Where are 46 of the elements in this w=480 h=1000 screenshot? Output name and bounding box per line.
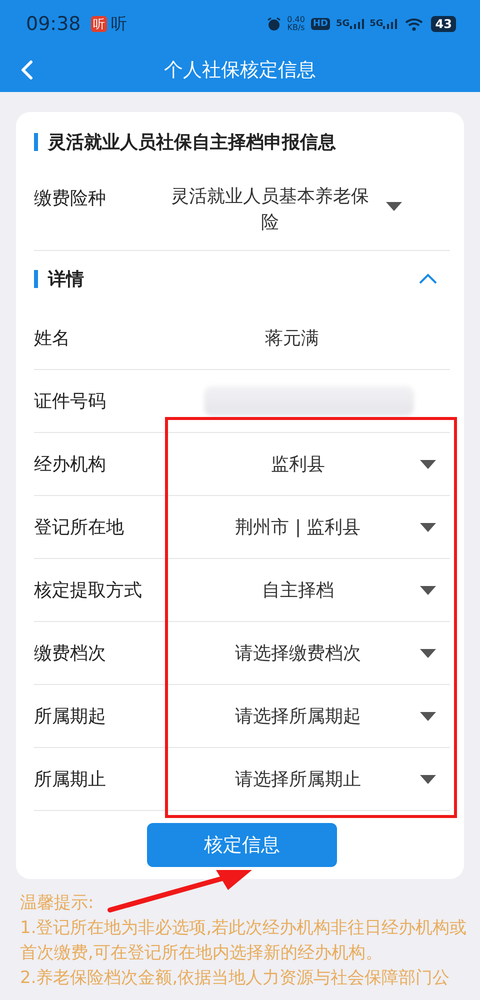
field-label: 经办机构 — [34, 453, 107, 476]
dropdown-triangle-icon — [420, 774, 436, 784]
chevron-up-icon — [418, 273, 438, 285]
network-speed: 0.40 — [287, 16, 305, 24]
dropdown-triangle-icon — [420, 712, 436, 720]
alarm-icon — [267, 17, 282, 31]
dropdown-field[interactable]: 请选择所属期起 — [164, 704, 450, 728]
speed-unit: KB/s — [287, 24, 305, 32]
dropdown-triangle-icon — [420, 460, 436, 468]
field-label: 姓名 — [34, 327, 71, 350]
dropdown-triangle-icon — [386, 202, 402, 211]
dropdown-field[interactable]: 荆州市 | 监利县 — [164, 515, 450, 539]
field-label: 所属期起 — [34, 705, 107, 728]
network-label: 5G — [336, 19, 350, 29]
dropdown-value[interactable]: 灵活就业人员基本养老保险 — [164, 184, 376, 236]
field-label: 登记所在地 — [34, 516, 125, 539]
tips-title: 温馨提示: — [20, 892, 95, 915]
back-icon — [20, 60, 34, 80]
field-label: 缴费险种 — [34, 187, 107, 210]
field-label: 所属期止 — [34, 768, 107, 791]
app-label: 听 — [110, 14, 127, 34]
dropdown-triangle-icon — [420, 648, 436, 658]
dropdown-field[interactable]: 请选择所属期止 — [164, 767, 450, 791]
section-title: 详情 — [48, 268, 84, 291]
page-title: 个人社保核定信息 — [164, 58, 316, 83]
dropdown-field[interactable]: 请选择缴费档次 — [164, 641, 450, 665]
submit-button[interactable]: 核定信息 — [147, 823, 337, 867]
battery-level: 43 — [431, 16, 456, 32]
field-value: 蒋元满 — [264, 327, 320, 350]
wifi-icon — [405, 18, 424, 30]
field-label: 缴费档次 — [34, 642, 107, 665]
dropdown-field[interactable]: 监利县 — [164, 452, 450, 476]
field-label: 证件号码 — [34, 390, 107, 413]
hd-badge: HD — [310, 18, 330, 30]
signal-icon — [383, 19, 398, 29]
dropdown-triangle-icon — [420, 586, 436, 594]
tip-text: 2.养老保险档次金额,依据当地人力资源与社会保障部门公 — [20, 967, 451, 990]
field-label: 核定提取方式 — [34, 579, 143, 602]
network-label: 5G — [370, 19, 384, 29]
section-title: 灵活就业人员社保自主择档申报信息 — [48, 131, 336, 154]
tip-text: 1.登记所在地为非必选项,若此次经办机构非往日经办机构或首次缴费,可在登记所在地内选择新的经办机构。 — [20, 917, 468, 965]
status-time: 09:38 — [26, 13, 81, 35]
signal-icon — [350, 19, 364, 29]
dropdown-field[interactable]: 自主择档 — [164, 578, 450, 602]
app-badge: 听 — [90, 16, 107, 32]
dropdown-triangle-icon — [420, 522, 436, 532]
